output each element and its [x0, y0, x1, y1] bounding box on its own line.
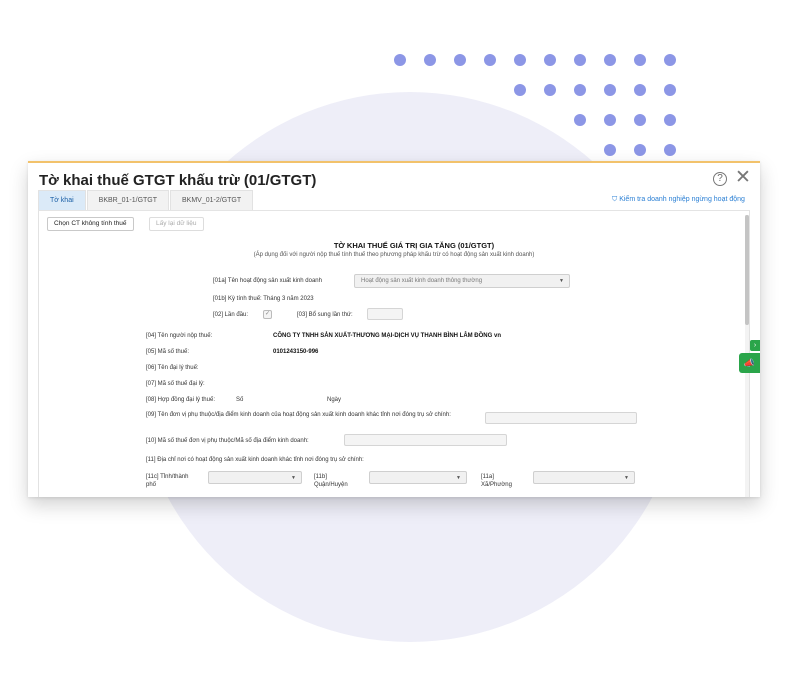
f04-label: [04] Tên người nộp thuế:	[146, 333, 213, 339]
chevron-down-icon: ▼	[624, 475, 629, 481]
supplement-number-field[interactable]	[367, 308, 403, 320]
chevron-down-icon: ▼	[559, 278, 564, 284]
f06-label: [06] Tên đại lý thuế:	[146, 365, 199, 371]
f01a-label: [01a] Tên hoạt động sản xuất kinh doanh	[213, 278, 322, 284]
decorative-dot	[484, 54, 496, 66]
tab-bar: Tờ khai BKBR_01-1/GTGT BKMV_01-2/GTGT	[38, 190, 254, 211]
f03-label: [03] Bổ sung lần thứ:	[297, 312, 353, 318]
reload-data-button[interactable]: Lấy lại dữ liệu	[149, 217, 204, 231]
f11c-label: [11c] Tỉnh/thành phố	[146, 474, 189, 488]
decorative-dot	[664, 84, 676, 96]
choose-non-taxable-button[interactable]: Chọn CT không tính thuế	[47, 217, 134, 231]
decorative-dot	[574, 84, 586, 96]
tab-bkbr[interactable]: BKBR_01-1/GTGT	[86, 190, 170, 211]
first-time-checkbox[interactable]: ✓	[263, 310, 272, 319]
decorative-dot	[634, 54, 646, 66]
dependent-unit-tax-code-field[interactable]	[344, 434, 507, 446]
window-title: Tờ khai thuế GTGT khấu trừ (01/GTGT)	[39, 172, 317, 189]
close-icon[interactable]: ✕	[735, 168, 751, 188]
decorative-dot	[574, 114, 586, 126]
decorative-dot	[634, 144, 646, 156]
form-subtitle: (Áp dụng đối với người nộp thuế tính thu…	[253, 252, 535, 258]
f11a-label: [11a] Xã/Phường	[481, 474, 512, 488]
decorative-dot	[664, 54, 676, 66]
province-select[interactable]: ▼	[208, 471, 302, 484]
decorative-dot	[634, 84, 646, 96]
form-title: TỜ KHAI THUẾ GIÁ TRỊ GIA TĂNG (01/GTGT)	[333, 241, 495, 250]
megaphone-icon[interactable]: 📣	[739, 353, 760, 373]
ward-select[interactable]: ▼	[533, 471, 635, 484]
tab-to-khai[interactable]: Tờ khai	[38, 190, 86, 211]
chevron-down-icon: ▼	[291, 475, 296, 481]
decorative-dot	[514, 84, 526, 96]
form-content: Chọn CT không tính thuế Lấy lại dữ liệu …	[38, 211, 750, 497]
tax-declaration-window: Tờ khai thuế GTGT khấu trừ (01/GTGT) ? ✕…	[28, 161, 760, 497]
shield-check-icon: ⛉	[612, 196, 618, 203]
f08-number-label: Số	[236, 397, 244, 403]
decorative-dot	[514, 54, 526, 66]
decorative-dot	[604, 144, 616, 156]
f08-date-label: Ngày	[327, 397, 342, 403]
decorative-dot	[394, 54, 406, 66]
decorative-dot	[454, 54, 466, 66]
verify-business-link[interactable]: ⛉ Kiểm tra doanh nghiệp ngừng hoạt động	[612, 196, 745, 204]
f10-label: [10] Mã số thuế đơn vị phụ thuộc/Mã số đ…	[146, 438, 309, 444]
decorative-dot	[634, 114, 646, 126]
f08-label: [08] Hợp đồng đại lý thuế:	[146, 397, 215, 403]
decorative-dot	[664, 114, 676, 126]
tax-code-value: 0101243150-996	[273, 349, 319, 355]
decorative-dot	[604, 54, 616, 66]
decorative-dot	[544, 54, 556, 66]
scrollbar-thumb[interactable]	[745, 215, 749, 325]
decorative-dot	[604, 114, 616, 126]
decorative-dot	[424, 54, 436, 66]
business-activity-value: Hoạt động sản xuất kinh doanh thông thườ…	[361, 278, 483, 284]
verify-business-label: Kiểm tra doanh nghiệp ngừng hoạt động	[619, 196, 745, 203]
expand-arrow-icon[interactable]: ›	[750, 340, 760, 351]
f02-label: [02] Lần đầu:	[213, 312, 249, 318]
f11-label: [11] Địa chỉ nơi có hoạt động sản xuất k…	[146, 457, 364, 463]
f07-label: [07] Mã số thuế đại lý:	[146, 381, 205, 387]
decorative-dot	[664, 144, 676, 156]
marketing-stage: Tờ khai thuế GTGT khấu trừ (01/GTGT) ? ✕…	[0, 0, 788, 693]
decorative-dot	[574, 54, 586, 66]
chevron-down-icon: ▼	[456, 475, 461, 481]
district-select[interactable]: ▼	[369, 471, 467, 484]
f01b-label: [01b] Kỳ tính thuế: Tháng 3 năm 2023	[213, 296, 314, 302]
taxpayer-name: CÔNG TY TNHH SẢN XUẤT-THƯƠNG MẠI-DỊCH VỤ…	[273, 333, 501, 339]
tab-bkmv[interactable]: BKMV_01-2/GTGT	[170, 190, 254, 211]
business-activity-select[interactable]: Hoạt động sản xuất kinh doanh thông thườ…	[354, 274, 570, 288]
dependent-unit-name-field[interactable]	[485, 412, 637, 424]
decorative-dot	[604, 84, 616, 96]
decorative-dot	[544, 84, 556, 96]
f09-label: [09] Tên đơn vị phụ thuộc/địa điểm kinh …	[146, 412, 451, 418]
f05-label: [05] Mã số thuế:	[146, 349, 190, 355]
help-icon[interactable]: ?	[713, 172, 727, 186]
f11b-label: [11b] Quận/Huyện	[314, 474, 348, 488]
